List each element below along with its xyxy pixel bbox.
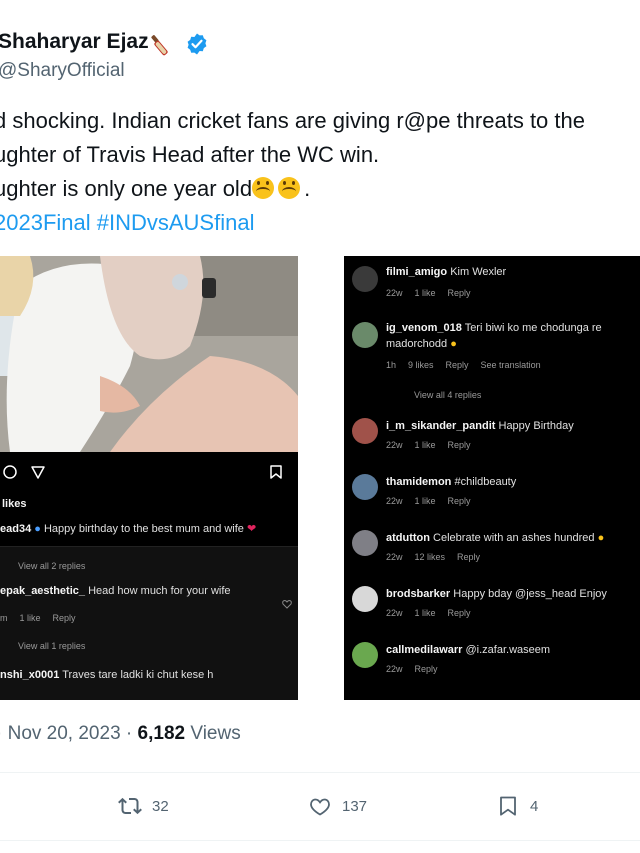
comment-row-cont: madorchodd ● [386, 338, 457, 350]
avatar [352, 586, 378, 612]
comment-meta: 1h 9 likes Reply See translation [386, 360, 541, 370]
tweet-line-2: ughter of Travis Head after the WC win. [0, 142, 380, 167]
avatar [352, 322, 378, 348]
comment-row: filmi_amigo Kim Wexler [386, 266, 507, 278]
tweet-media[interactable]: likes ead34 ● Happy birthday to the best… [0, 256, 640, 700]
avatar [352, 530, 378, 556]
comment-meta: 22w 1 like Reply [386, 496, 471, 506]
views-count: 6,182 [137, 723, 186, 744]
tweet-line-1: d shocking. Indian cricket fans are givi… [0, 108, 585, 133]
tweet-actions: 32 137 4 [0, 786, 640, 826]
bookmark-button[interactable]: 4 [496, 792, 538, 820]
comment-icon[interactable] [2, 464, 18, 480]
upside-down-face-icon [278, 177, 301, 199]
author-handle[interactable]: @SharyOfficial [0, 60, 125, 82]
heart-icon [310, 798, 330, 816]
comment-1-meta: m1 like Reply [0, 613, 76, 623]
share-icon[interactable] [30, 464, 46, 480]
avatar [352, 266, 378, 292]
view-replies-link-2[interactable]: View all 1 replies [18, 641, 85, 651]
comment-row: i_m_sikander_pandit Happy Birthday [386, 420, 574, 432]
avatar [352, 418, 378, 444]
comment-meta: 22w 1 like Reply [386, 440, 471, 450]
comment-row: callmedilawarr @i.zafar.waseem [386, 644, 551, 656]
verified-badge-icon [187, 33, 207, 55]
post-caption: ead34 ● Happy birthday to the best mum a… [0, 523, 257, 535]
retweet-icon [118, 797, 142, 815]
divider [0, 840, 640, 841]
view-replies-link[interactable]: View all 2 replies [18, 561, 85, 571]
media-left-instagram-post[interactable]: likes ead34 ● Happy birthday to the best… [0, 256, 298, 700]
comment-row: brodsbarker Happy bday @jess_head Enjoy [386, 588, 607, 600]
cricket-bat-icon [151, 35, 168, 56]
tweet-header: Shaharyar Ejaz @SharyOfficial [0, 28, 640, 84]
avatar [352, 474, 378, 500]
like-heart-icon[interactable] [282, 599, 292, 609]
comment-1: epak_aesthetic_ Head how much for your w… [0, 585, 231, 597]
comment-2: nshi_x0001 Traves tare ladki ki chut kes… [0, 669, 214, 681]
retweet-button[interactable]: 32 [118, 792, 169, 820]
tweet-timestamp[interactable]: · Nov 20, 2023 · 6,182 Views [0, 723, 241, 745]
views-label: Views [190, 723, 241, 744]
retweet-count: 32 [152, 797, 169, 815]
divider [0, 772, 640, 773]
bookmark-count: 4 [530, 797, 539, 815]
tweet-date: · Nov 20, 2023 [0, 723, 121, 744]
bookmark-icon [500, 796, 516, 816]
tweet-body: d shocking. Indian cricket fans are givi… [0, 104, 640, 240]
like-count: 137 [342, 797, 368, 815]
tweet-line-3-text: ughter is only one year old [0, 176, 253, 201]
comment-meta: 22w 12 likes Reply [386, 552, 481, 562]
tweet-hashtags[interactable]: 2023Final #INDvsAUSfinal [0, 206, 640, 240]
post-likes-label: likes [2, 498, 27, 510]
save-icon[interactable] [268, 464, 284, 480]
post-comments-panel: View all 2 replies epak_aesthetic_ Head … [0, 546, 298, 700]
like-button[interactable]: 137 [308, 792, 367, 820]
tweet-line-3-end: . [304, 176, 311, 201]
tweet-line-3: ughter is only one year old. [0, 172, 640, 206]
comment-row: ig_venom_018 Teri biwi ko me chodunga re [386, 322, 602, 334]
comment-row: atdutton Celebrate with an ashes hundred… [386, 532, 605, 544]
comment-meta: 22w Reply [386, 664, 438, 674]
comment-row: thamidemon #childbeauty [386, 476, 517, 488]
photo-illustration [0, 256, 298, 452]
post-photo [0, 256, 298, 452]
comment-meta: 22w 1 like Reply [386, 288, 471, 298]
media-right-instagram-comments[interactable]: filmi_amigo Kim Wexler 22w 1 like Reply ig… [344, 256, 640, 700]
avatar [352, 642, 378, 668]
upside-down-face-icon [252, 177, 275, 199]
view-replies-link[interactable]: View all 4 replies [414, 390, 481, 400]
comment-meta: 22w 1 like Reply [386, 608, 471, 618]
author-display-name[interactable]: Shaharyar Ejaz [0, 30, 149, 54]
